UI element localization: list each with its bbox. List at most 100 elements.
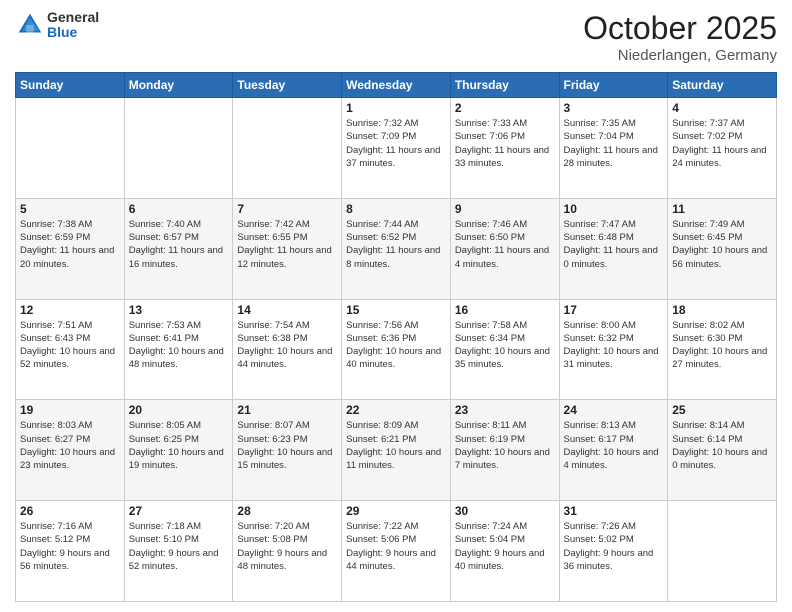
day-number: 9 — [455, 202, 555, 216]
day-info: Sunrise: 7:20 AM Sunset: 5:08 PM Dayligh… — [237, 520, 337, 573]
day-info: Sunrise: 8:13 AM Sunset: 6:17 PM Dayligh… — [564, 419, 664, 472]
day-number: 15 — [346, 303, 446, 317]
calendar-cell: 15 Sunrise: 7:56 AM Sunset: 6:36 PM Dayli… — [342, 299, 451, 400]
page: General Blue October 2025 Niederlangen, … — [0, 0, 792, 612]
calendar-cell: 21 Sunrise: 8:07 AM Sunset: 6:23 PM Dayli… — [233, 400, 342, 501]
day-number: 26 — [20, 504, 120, 518]
calendar-cell: 1 Sunrise: 7:32 AM Sunset: 7:09 PM Daylig… — [342, 98, 451, 199]
day-number: 31 — [564, 504, 664, 518]
days-header-row: SundayMondayTuesdayWednesdayThursdayFrid… — [16, 73, 777, 98]
day-info: Sunrise: 8:07 AM Sunset: 6:23 PM Dayligh… — [237, 419, 337, 472]
week-row-0: 1 Sunrise: 7:32 AM Sunset: 7:09 PM Daylig… — [16, 98, 777, 199]
day-info: Sunrise: 7:47 AM Sunset: 6:48 PM Dayligh… — [564, 218, 664, 271]
day-number: 29 — [346, 504, 446, 518]
day-info: Sunrise: 7:40 AM Sunset: 6:57 PM Dayligh… — [129, 218, 229, 271]
day-info: Sunrise: 7:46 AM Sunset: 6:50 PM Dayligh… — [455, 218, 555, 271]
calendar-cell: 17Sunrise: 8:00 AM Sunset: 6:32 PM Dayli… — [559, 299, 668, 400]
calendar-cell: 16 Sunrise: 7:58 AM Sunset: 6:34 PM Dayli… — [450, 299, 559, 400]
calendar-cell: 29 Sunrise: 7:22 AM Sunset: 5:06 PM Dayli… — [342, 501, 451, 602]
day-number: 30 — [455, 504, 555, 518]
day-number: 28 — [237, 504, 337, 518]
day-info: Sunrise: 7:22 AM Sunset: 5:06 PM Dayligh… — [346, 520, 446, 573]
calendar-cell: 20Sunrise: 8:05 AM Sunset: 6:25 PM Dayli… — [124, 400, 233, 501]
day-info: Sunrise: 8:11 AM Sunset: 6:19 PM Dayligh… — [455, 419, 555, 472]
title-block: October 2025 Niederlangen, Germany — [583, 10, 777, 64]
calendar-subtitle: Niederlangen, Germany — [583, 47, 777, 64]
day-header-sunday: Sunday — [16, 73, 125, 98]
calendar-cell: 5 Sunrise: 7:38 AM Sunset: 6:59 PM Daylig… — [16, 198, 125, 299]
day-number: 19 — [20, 403, 120, 417]
logo-text: General Blue — [47, 10, 99, 41]
day-number: 5 — [20, 202, 120, 216]
day-info: Sunrise: 7:38 AM Sunset: 6:59 PM Dayligh… — [20, 218, 120, 271]
day-number: 24 — [564, 403, 664, 417]
day-info: Sunrise: 7:44 AM Sunset: 6:52 PM Dayligh… — [346, 218, 446, 271]
day-info: Sunrise: 7:26 AM Sunset: 5:02 PM Dayligh… — [564, 520, 664, 573]
logo-general-text: General — [47, 10, 99, 25]
calendar-cell: 27 Sunrise: 7:18 AM Sunset: 5:10 PM Dayli… — [124, 501, 233, 602]
day-header-thursday: Thursday — [450, 73, 559, 98]
week-row-4: 26 Sunrise: 7:16 AM Sunset: 5:12 PM Dayli… — [16, 501, 777, 602]
day-number: 12 — [20, 303, 120, 317]
day-number: 1 — [346, 101, 446, 115]
week-row-1: 5 Sunrise: 7:38 AM Sunset: 6:59 PM Daylig… — [16, 198, 777, 299]
day-info: Sunrise: 7:37 AM Sunset: 7:02 PM Dayligh… — [672, 117, 772, 170]
day-number: 2 — [455, 101, 555, 115]
day-info: Sunrise: 7:33 AM Sunset: 7:06 PM Dayligh… — [455, 117, 555, 170]
calendar-cell — [233, 98, 342, 199]
day-number: 7 — [237, 202, 337, 216]
day-number: 23 — [455, 403, 555, 417]
calendar-cell: 19 Sunrise: 8:03 AM Sunset: 6:27 PM Dayli… — [16, 400, 125, 501]
day-info: Sunrise: 7:54 AM Sunset: 6:38 PM Dayligh… — [237, 319, 337, 372]
day-number: 16 — [455, 303, 555, 317]
calendar-table: SundayMondayTuesdayWednesdayThursdayFrid… — [15, 72, 777, 602]
day-info: Sunrise: 7:49 AM Sunset: 6:45 PM Dayligh… — [672, 218, 772, 271]
calendar-cell: 24 Sunrise: 8:13 AM Sunset: 6:17 PM Dayli… — [559, 400, 668, 501]
day-number: 14 — [237, 303, 337, 317]
calendar-title: October 2025 — [583, 10, 777, 47]
day-header-saturday: Saturday — [668, 73, 777, 98]
calendar-cell — [668, 501, 777, 602]
week-row-2: 12 Sunrise: 7:51 AM Sunset: 6:43 PM Dayli… — [16, 299, 777, 400]
day-number: 10 — [564, 202, 664, 216]
calendar-cell: 13 Sunrise: 7:53 AM Sunset: 6:41 PM Dayli… — [124, 299, 233, 400]
day-info: Sunrise: 7:18 AM Sunset: 5:10 PM Dayligh… — [129, 520, 229, 573]
logo: General Blue — [15, 10, 99, 41]
day-header-monday: Monday — [124, 73, 233, 98]
day-info: Sunrise: 7:53 AM Sunset: 6:41 PM Dayligh… — [129, 319, 229, 372]
day-number: 4 — [672, 101, 772, 115]
day-info: Sunrise: 8:00 AM Sunset: 6:32 PM Dayligh… — [564, 319, 664, 372]
day-info: Sunrise: 7:35 AM Sunset: 7:04 PM Dayligh… — [564, 117, 664, 170]
day-number: 6 — [129, 202, 229, 216]
calendar-cell: 9 Sunrise: 7:46 AM Sunset: 6:50 PM Daylig… — [450, 198, 559, 299]
day-number: 21 — [237, 403, 337, 417]
calendar-cell: 25Sunrise: 8:14 AM Sunset: 6:14 PM Dayli… — [668, 400, 777, 501]
calendar-cell — [16, 98, 125, 199]
day-info: Sunrise: 7:51 AM Sunset: 6:43 PM Dayligh… — [20, 319, 120, 372]
day-header-friday: Friday — [559, 73, 668, 98]
day-info: Sunrise: 7:56 AM Sunset: 6:36 PM Dayligh… — [346, 319, 446, 372]
day-info: Sunrise: 7:16 AM Sunset: 5:12 PM Dayligh… — [20, 520, 120, 573]
day-number: 3 — [564, 101, 664, 115]
day-info: Sunrise: 8:03 AM Sunset: 6:27 PM Dayligh… — [20, 419, 120, 472]
day-info: Sunrise: 7:42 AM Sunset: 6:55 PM Dayligh… — [237, 218, 337, 271]
day-number: 13 — [129, 303, 229, 317]
calendar-cell: 23 Sunrise: 8:11 AM Sunset: 6:19 PM Dayli… — [450, 400, 559, 501]
day-info: Sunrise: 7:32 AM Sunset: 7:09 PM Dayligh… — [346, 117, 446, 170]
calendar-cell: 31 Sunrise: 7:26 AM Sunset: 5:02 PM Dayli… — [559, 501, 668, 602]
calendar-header: SundayMondayTuesdayWednesdayThursdayFrid… — [16, 73, 777, 98]
calendar-cell: 3 Sunrise: 7:35 AM Sunset: 7:04 PM Daylig… — [559, 98, 668, 199]
day-number: 18 — [672, 303, 772, 317]
calendar-body: 1 Sunrise: 7:32 AM Sunset: 7:09 PM Daylig… — [16, 98, 777, 602]
calendar-cell: 6 Sunrise: 7:40 AM Sunset: 6:57 PM Daylig… — [124, 198, 233, 299]
header: General Blue October 2025 Niederlangen, … — [15, 10, 777, 64]
day-info: Sunrise: 8:02 AM Sunset: 6:30 PM Dayligh… — [672, 319, 772, 372]
calendar-cell: 14 Sunrise: 7:54 AM Sunset: 6:38 PM Dayli… — [233, 299, 342, 400]
day-info: Sunrise: 8:14 AM Sunset: 6:14 PM Dayligh… — [672, 419, 772, 472]
calendar-cell: 30Sunrise: 7:24 AM Sunset: 5:04 PM Dayli… — [450, 501, 559, 602]
day-number: 20 — [129, 403, 229, 417]
day-header-tuesday: Tuesday — [233, 73, 342, 98]
day-number: 27 — [129, 504, 229, 518]
calendar-cell: 22Sunrise: 8:09 AM Sunset: 6:21 PM Dayli… — [342, 400, 451, 501]
day-info: Sunrise: 7:58 AM Sunset: 6:34 PM Dayligh… — [455, 319, 555, 372]
